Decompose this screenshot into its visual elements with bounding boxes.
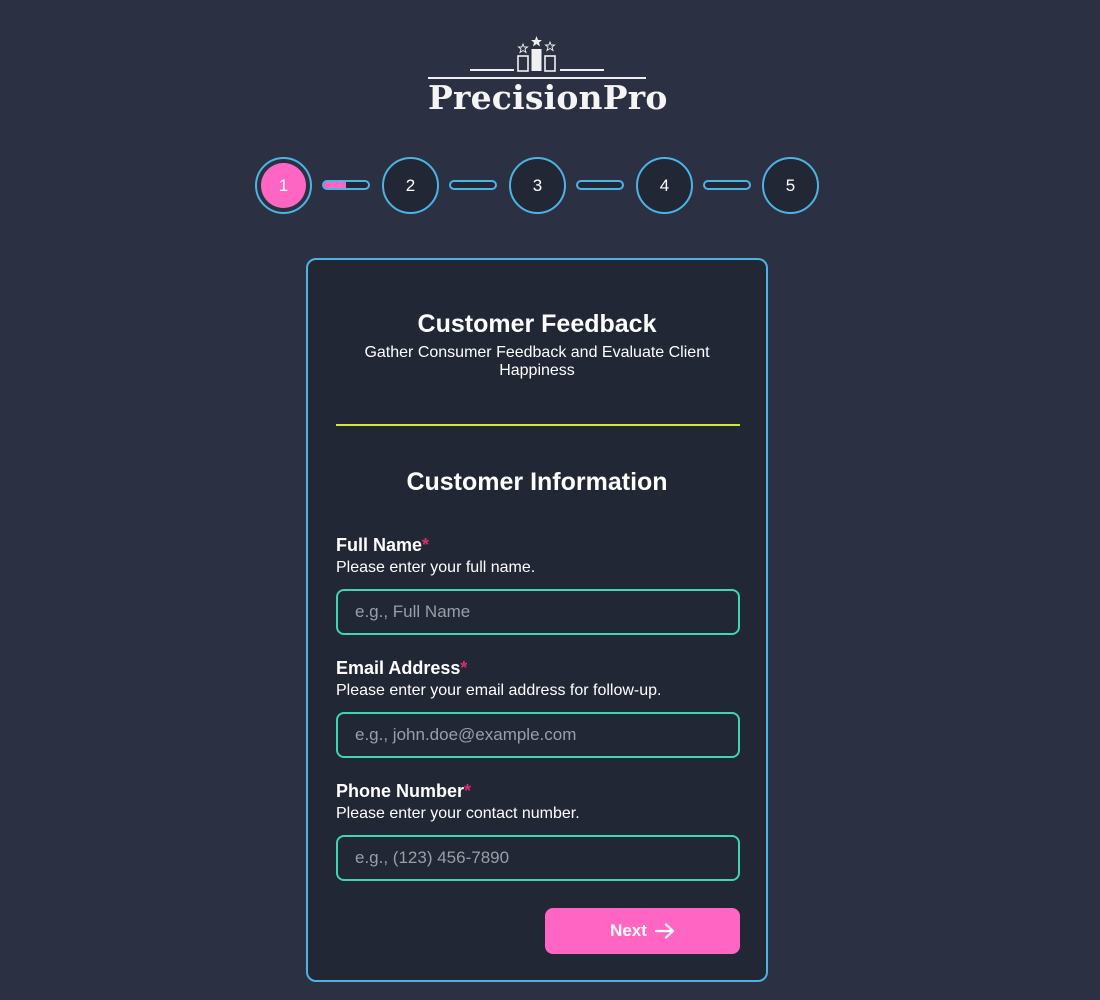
full-name-input[interactable] — [336, 589, 740, 635]
form-title: Customer Feedback — [417, 310, 657, 338]
step-2[interactable]: 2 — [382, 157, 439, 214]
progress-stepper: 1 2 3 4 5 — [255, 157, 821, 214]
step-4[interactable]: 4 — [636, 157, 693, 214]
step-5[interactable]: 5 — [762, 157, 819, 214]
brand-name: PrecisionPro — [428, 78, 668, 117]
step-number: 1 — [278, 175, 289, 195]
podium-stars-icon — [428, 36, 646, 79]
step-1[interactable]: 1 — [255, 157, 312, 214]
form-subtitle: Gather Consumer Feedback and Evaluate Cl… — [364, 344, 710, 379]
next-button[interactable]: Next — [545, 908, 740, 954]
phone-field: Phone Number* Please enter your contact … — [336, 780, 740, 881]
section-divider — [336, 424, 740, 426]
feedback-form-card: Customer Feedback Gather Consumer Feedba… — [306, 258, 768, 982]
email-input[interactable] — [336, 712, 740, 758]
field-label: Full Name* — [336, 534, 740, 556]
arrow-right-icon — [654, 923, 675, 939]
phone-input[interactable] — [336, 835, 740, 881]
full-name-field: Full Name* Please enter your full name. — [336, 534, 740, 635]
phone-help: Please enter your contact number. — [336, 805, 580, 822]
step-connector-2 — [449, 180, 497, 190]
step-number: 4 — [659, 175, 670, 195]
full-name-help: Please enter your full name. — [336, 559, 536, 576]
section-title: Customer Information — [406, 468, 668, 496]
required-asterisk: * — [460, 658, 468, 678]
step-3[interactable]: 3 — [509, 157, 566, 214]
step-number: 3 — [532, 175, 543, 195]
full-name-label: Full Name — [336, 535, 423, 555]
required-asterisk: * — [464, 781, 472, 801]
email-help: Please enter your email address for foll… — [336, 682, 662, 699]
brand-logo: PrecisionPro — [428, 34, 668, 118]
step-connector-3 — [576, 180, 624, 190]
connector-fill — [324, 182, 346, 188]
field-label: Phone Number* — [336, 780, 740, 802]
required-asterisk: * — [422, 535, 430, 555]
email-field: Email Address* Please enter your email a… — [336, 657, 740, 758]
phone-label: Phone Number — [336, 781, 465, 801]
step-number: 2 — [405, 175, 416, 195]
email-label: Email Address — [336, 658, 461, 678]
next-label: Next — [610, 921, 647, 940]
step-number: 5 — [785, 175, 796, 195]
step-connector-4 — [703, 180, 751, 190]
field-label: Email Address* — [336, 657, 740, 679]
step-connector-1 — [322, 180, 370, 190]
